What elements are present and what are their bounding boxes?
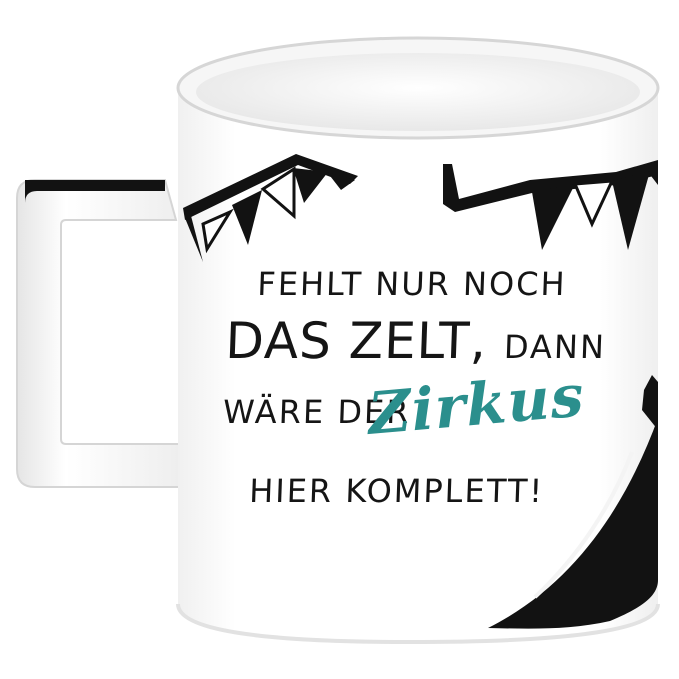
quote-line-2: DAS ZELT, DANN <box>224 312 607 370</box>
product-image: FEHLT NUR NOCH DAS ZELT, DANN WÄRE DER Z… <box>0 0 679 679</box>
quote-line-4: HIER KOMPLETT! <box>248 472 545 510</box>
quote-line-1: FEHLT NUR NOCH <box>256 265 568 303</box>
quote-line-2-tail: DANN <box>503 328 607 366</box>
quote-line-2-main: DAS ZELT, <box>224 312 489 370</box>
mug-handle <box>16 179 181 488</box>
zirkus-accent-word: Zirkus <box>366 361 586 448</box>
mug-interior <box>196 53 640 131</box>
